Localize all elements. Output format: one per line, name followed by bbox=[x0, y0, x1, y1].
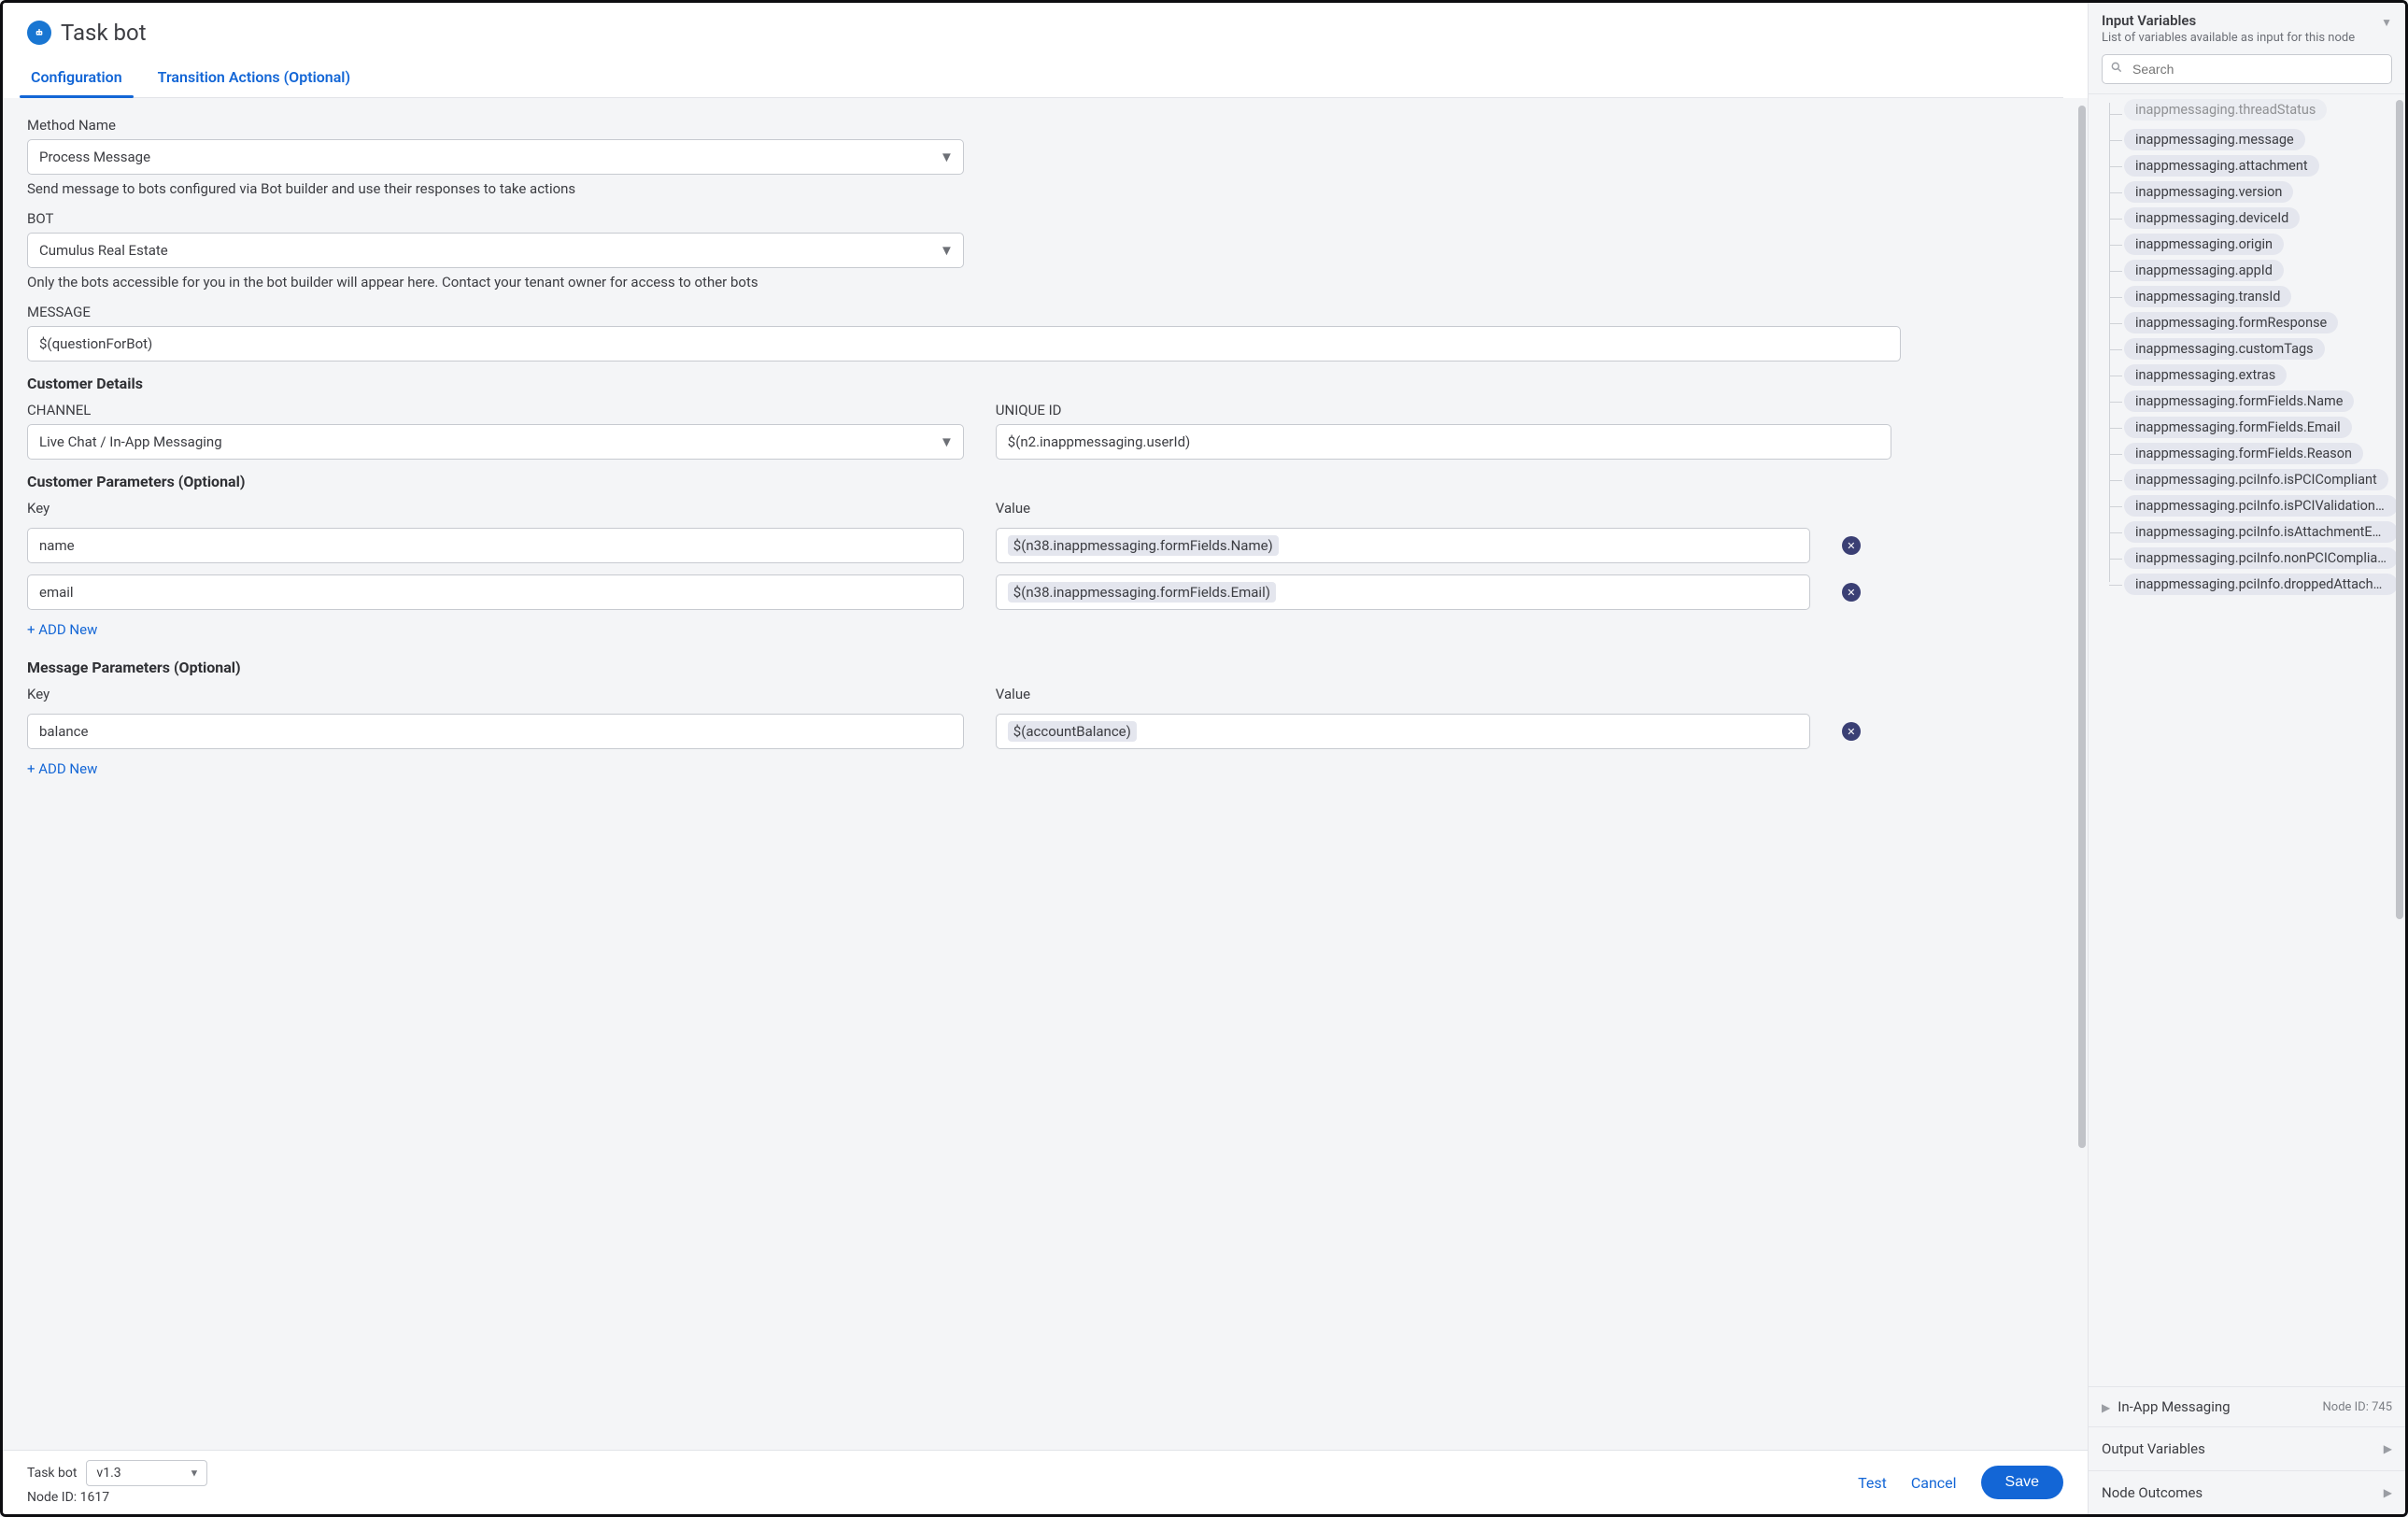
footer-node-id: Node ID: 1617 bbox=[27, 1490, 207, 1505]
chevron-down-icon: ▼ bbox=[940, 242, 954, 259]
version-select[interactable]: v1.3 ▼ bbox=[86, 1460, 207, 1486]
variable-chip[interactable]: inappmessaging.pciInfo.isPCIValidationEn… bbox=[2124, 495, 2398, 517]
method-value: Process Message bbox=[39, 149, 150, 165]
tabs: Configuration Transition Actions (Option… bbox=[27, 63, 2063, 98]
variable-chip[interactable]: inappmessaging.transId bbox=[2124, 286, 2291, 307]
variable-chip[interactable]: inappmessaging.formFields.Reason bbox=[2124, 443, 2363, 464]
variable-chip[interactable]: inappmessaging.formFields.Email bbox=[2124, 417, 2352, 438]
scrollbar-thumb[interactable] bbox=[2396, 100, 2403, 919]
message-params-title: Message Parameters (Optional) bbox=[27, 659, 2063, 676]
inapp-messaging-row[interactable]: ▶In-App Messaging Node ID: 745 bbox=[2089, 1386, 2405, 1426]
variable-chip[interactable]: inappmessaging.appId bbox=[2124, 260, 2284, 281]
channel-value: Live Chat / In-App Messaging bbox=[39, 433, 222, 450]
cp-value-input[interactable]: $(n38.inappmessaging.formFields.Name) bbox=[996, 528, 1810, 563]
page-title: Task bot bbox=[61, 20, 147, 46]
output-variables-row[interactable]: Output Variables ▶ bbox=[2089, 1426, 2405, 1470]
input-variables-subtitle: List of variables available as input for… bbox=[2102, 31, 2355, 45]
bot-icon bbox=[27, 21, 51, 45]
message-label: MESSAGE bbox=[27, 304, 2063, 320]
variable-pill: $(n38.inappmessaging.formFields.Name) bbox=[1008, 535, 1279, 556]
cp-key-label: Key bbox=[27, 500, 964, 517]
customer-details-title: Customer Details bbox=[27, 375, 2063, 392]
mp-value-label: Value bbox=[996, 686, 1810, 702]
scrollbar-thumb[interactable] bbox=[2078, 106, 2086, 1148]
cancel-button[interactable]: Cancel bbox=[1911, 1474, 1957, 1492]
uniqueid-label: UNIQUE ID bbox=[996, 402, 1891, 418]
uniqueid-input[interactable]: $(n2.inappmessaging.userId) bbox=[996, 424, 1891, 460]
caret-right-icon: ▶ bbox=[2102, 1401, 2110, 1414]
variable-chip[interactable]: inappmessaging.pciInfo.nonPCICompliant bbox=[2124, 547, 2398, 569]
test-button[interactable]: Test bbox=[1858, 1474, 1887, 1492]
customer-params-title: Customer Parameters (Optional) bbox=[27, 473, 2063, 490]
save-button[interactable]: Save bbox=[1981, 1466, 2063, 1499]
bot-help: Only the bots accessible for you in the … bbox=[27, 274, 2063, 291]
node-outcomes-row[interactable]: Node Outcomes ▶ bbox=[2089, 1470, 2405, 1514]
delete-row-icon[interactable]: ✕ bbox=[1842, 536, 1861, 555]
cp-key-input[interactable]: name bbox=[27, 528, 964, 563]
variable-chip[interactable]: inappmessaging.attachment bbox=[2124, 155, 2319, 177]
chevron-down-icon: ▼ bbox=[940, 433, 954, 450]
method-help: Send message to bots configured via Bot … bbox=[27, 180, 2063, 197]
chevron-down-icon: ▼ bbox=[940, 149, 954, 165]
bot-select[interactable]: Cumulus Real Estate ▼ bbox=[27, 233, 964, 268]
form-scroll-area[interactable]: Method Name Process Message ▼ Send messa… bbox=[3, 98, 2088, 1450]
tab-transition-actions[interactable]: Transition Actions (Optional) bbox=[154, 63, 354, 97]
variable-chip[interactable]: inappmessaging.version bbox=[2124, 181, 2293, 203]
caret-right-icon: ▶ bbox=[2384, 1442, 2392, 1455]
add-customer-param-button[interactable]: + ADD New bbox=[27, 621, 2063, 638]
message-input[interactable]: $(questionForBot) bbox=[27, 326, 1901, 362]
scrollbar-track bbox=[2078, 106, 2086, 1442]
bot-label: BOT bbox=[27, 210, 2063, 227]
footer-name: Task bot bbox=[27, 1466, 77, 1481]
variable-tree-scroll[interactable]: inappmessaging.threadStatus inappmessagin… bbox=[2089, 94, 2405, 1386]
variable-search-input[interactable] bbox=[2102, 54, 2392, 84]
cp-value-label: Value bbox=[996, 500, 1810, 517]
variable-chip[interactable]: inappmessaging.pciInfo.isPCICompliant bbox=[2124, 469, 2388, 490]
input-variables-title: Input Variables bbox=[2102, 12, 2355, 29]
variable-chip[interactable]: inappmessaging.extras bbox=[2124, 364, 2287, 386]
variable-chip[interactable]: inappmessaging.customTags bbox=[2124, 338, 2325, 360]
variable-chip[interactable]: inappmessaging.origin bbox=[2124, 234, 2284, 255]
mp-value-input[interactable]: $(accountBalance) bbox=[996, 714, 1810, 749]
delete-row-icon[interactable]: ✕ bbox=[1842, 722, 1861, 741]
cp-value-input[interactable]: $(n38.inappmessaging.formFields.Email) bbox=[996, 574, 1810, 610]
uniqueid-value: $(n2.inappmessaging.userId) bbox=[1008, 433, 1190, 450]
channel-label: CHANNEL bbox=[27, 402, 964, 418]
chevron-down-icon: ▼ bbox=[190, 1467, 200, 1480]
variable-chip[interactable]: inappmessaging.pciInfo.droppedAttachment… bbox=[2124, 574, 2398, 595]
variable-chip[interactable]: inappmessaging.message bbox=[2124, 129, 2305, 150]
variable-chip[interactable]: inappmessaging.pciInfo.isAttachmentEnabl… bbox=[2124, 521, 2398, 543]
variable-pill: $(accountBalance) bbox=[1008, 721, 1137, 742]
variable-pill: $(n38.inappmessaging.formFields.Email) bbox=[1008, 582, 1276, 603]
method-label: Method Name bbox=[27, 117, 2063, 134]
cp-key-input[interactable]: email bbox=[27, 574, 964, 610]
chevron-down-icon[interactable]: ▼ bbox=[2381, 12, 2392, 29]
mp-key-input[interactable]: balance bbox=[27, 714, 964, 749]
channel-select[interactable]: Live Chat / In-App Messaging ▼ bbox=[27, 424, 964, 460]
search-icon bbox=[2110, 61, 2123, 78]
caret-right-icon: ▶ bbox=[2384, 1486, 2392, 1499]
tab-configuration[interactable]: Configuration bbox=[27, 63, 126, 97]
variable-chip[interactable]: inappmessaging.threadStatus bbox=[2124, 99, 2327, 121]
variable-chip[interactable]: inappmessaging.deviceId bbox=[2124, 207, 2300, 229]
scrollbar-track bbox=[2396, 100, 2403, 1381]
add-message-param-button[interactable]: + ADD New bbox=[27, 760, 2063, 777]
mp-key-label: Key bbox=[27, 686, 964, 702]
message-value: $(questionForBot) bbox=[39, 335, 152, 352]
variable-chip[interactable]: inappmessaging.formResponse bbox=[2124, 312, 2338, 333]
delete-row-icon[interactable]: ✕ bbox=[1842, 583, 1861, 602]
inapp-node-id: Node ID: 745 bbox=[2323, 1400, 2393, 1414]
bot-value: Cumulus Real Estate bbox=[39, 242, 168, 259]
variable-chip[interactable]: inappmessaging.formFields.Name bbox=[2124, 390, 2354, 412]
version-value: v1.3 bbox=[96, 1466, 120, 1481]
method-select[interactable]: Process Message ▼ bbox=[27, 139, 964, 175]
